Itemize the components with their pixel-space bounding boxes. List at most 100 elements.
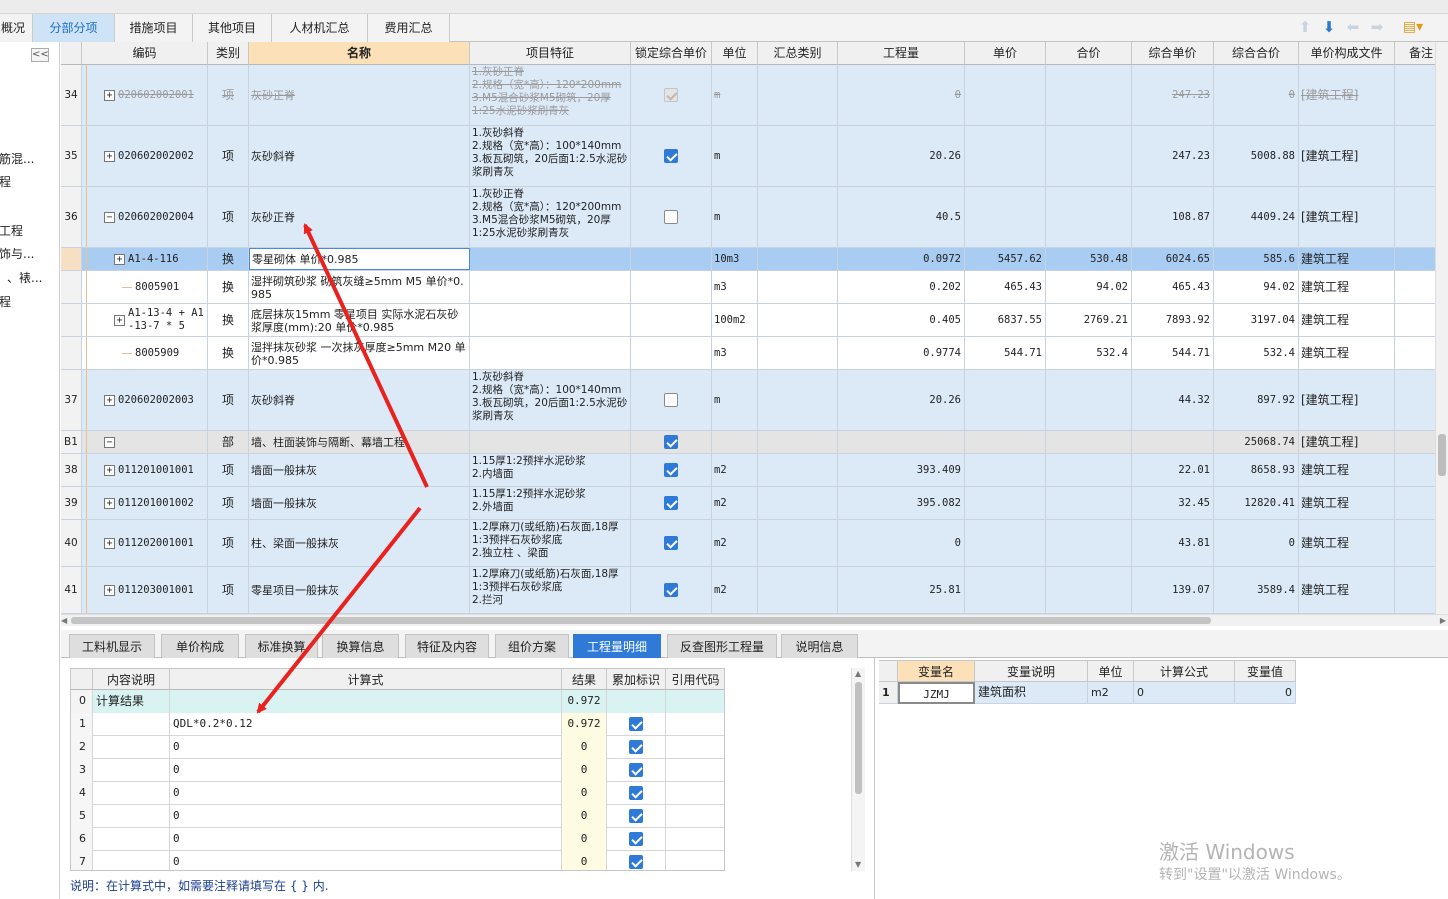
formula-cell[interactable] — [170, 690, 562, 713]
ref-header[interactable]: 引用代码 — [666, 668, 724, 690]
qty-cell[interactable]: 0.202 — [838, 271, 965, 303]
formula-cell[interactable]: 0 — [170, 736, 562, 759]
tab-other[interactable]: 其他项目 — [193, 14, 272, 42]
scroll-down-icon[interactable]: ▼ — [855, 860, 861, 870]
accumulate-cell[interactable] — [607, 851, 666, 870]
accumulate-checkbox[interactable] — [629, 832, 643, 846]
bottom-tab[interactable]: 组价方案 — [495, 634, 569, 658]
ctotal-cell[interactable]: 94.02 — [1214, 271, 1299, 303]
summary-category-cell[interactable] — [758, 520, 838, 566]
type-cell[interactable]: 项 — [208, 520, 249, 566]
unit-cell[interactable]: m — [712, 126, 758, 186]
accumulate-cell[interactable] — [607, 759, 666, 782]
table-row[interactable]: 40 +011202001001 项柱、梁面一般抹灰 1.2厚麻刀(或纸筋)石灰面,1… — [61, 520, 1448, 567]
tree-item[interactable]: 筋混... — [0, 150, 34, 167]
type-cell[interactable]: 换 — [208, 248, 249, 270]
cprice-cell[interactable]: 247.23 — [1132, 65, 1214, 125]
detail-row[interactable]: 4 00 — [71, 782, 724, 805]
result-cell[interactable]: 0 — [562, 736, 607, 759]
price-cell[interactable] — [965, 187, 1046, 247]
collapse-icon[interactable]: − — [104, 436, 115, 448]
tree-item[interactable]: 程 — [0, 293, 11, 310]
expand-icon[interactable]: + — [104, 89, 115, 101]
collapse-icon[interactable]: − — [104, 211, 115, 223]
cprice-cell[interactable]: 22.01 — [1132, 454, 1214, 486]
scroll-up-icon[interactable]: ▲ — [855, 669, 861, 679]
expand-icon[interactable]: + — [114, 314, 125, 326]
file-cell[interactable]: 建筑工程 — [1299, 248, 1395, 270]
type-cell[interactable]: 项 — [208, 65, 249, 125]
desc-cell[interactable] — [93, 759, 170, 782]
unit-cell[interactable]: 10m3 — [712, 248, 758, 270]
item-feature-cell[interactable]: 1.15厚1:2预拌水泥砂浆 2.外墙面 — [470, 487, 631, 519]
qty-cell[interactable]: 20.26 — [838, 370, 965, 430]
tree-item[interactable]: 程 — [0, 173, 11, 190]
name-header[interactable]: 名称 — [249, 42, 470, 65]
file-cell[interactable]: [建筑工程] — [1299, 370, 1395, 430]
lock-price-checkbox[interactable] — [664, 393, 678, 407]
var-value-header[interactable]: 变量值 — [1235, 660, 1296, 682]
scroll-thumb[interactable] — [855, 682, 862, 794]
accumulate-cell[interactable] — [607, 828, 666, 851]
lock-price-checkbox[interactable] — [664, 536, 678, 550]
qty-cell[interactable]: 0 — [838, 65, 965, 125]
ref-cell[interactable] — [666, 782, 724, 805]
item-name-cell[interactable]: 墙面一般抹灰 — [249, 487, 470, 519]
accum-header[interactable]: 累加标识 — [607, 668, 666, 690]
accumulate-cell[interactable] — [607, 782, 666, 805]
item-code-cell[interactable]: − — [82, 431, 208, 453]
qty-cell[interactable]: 40.5 — [838, 187, 965, 247]
file-header[interactable]: 单价构成文件 — [1299, 42, 1395, 65]
summary-category-cell[interactable] — [758, 126, 838, 186]
tree-item[interactable]: 、裱... — [7, 269, 42, 286]
ctotal-cell[interactable]: 0 — [1214, 520, 1299, 566]
bottom-tab[interactable]: 说明信息 — [781, 634, 858, 658]
arrow-up-icon[interactable]: ⬆ — [1297, 18, 1313, 36]
qty-cell[interactable]: 0 — [838, 520, 965, 566]
result-cell[interactable]: 0 — [562, 805, 607, 828]
item-name-cell[interactable]: 墙、柱面装饰与隔断、幕墙工程 — [249, 431, 470, 453]
arrow-left-icon[interactable]: ⬅ — [1345, 18, 1361, 36]
ctotal-cell[interactable]: 5008.88 — [1214, 126, 1299, 186]
ref-cell[interactable] — [666, 851, 724, 870]
item-code-cell[interactable]: +020602002003 — [82, 370, 208, 430]
price-cell[interactable]: 6837.55 — [965, 304, 1046, 336]
cprice-cell[interactable]: 108.87 — [1132, 187, 1214, 247]
item-name-cell[interactable]: 灰砂斜脊 — [249, 126, 470, 186]
price-cell[interactable] — [965, 487, 1046, 519]
result-header[interactable]: 结果 — [562, 668, 607, 690]
formula-cell[interactable]: 0 — [170, 851, 562, 870]
total-cell[interactable] — [1046, 431, 1132, 453]
total-cell[interactable] — [1046, 520, 1132, 566]
item-feature-cell[interactable]: 1.灰砂正脊 2.规格（宽*高）：120*200mm 3.M5混合砂浆M5砌筑，… — [470, 187, 631, 247]
accumulate-cell[interactable] — [607, 690, 666, 713]
result-cell[interactable]: 0 — [562, 828, 607, 851]
file-cell[interactable]: 建筑工程 — [1299, 337, 1395, 369]
unit-cell[interactable]: m — [712, 65, 758, 125]
type-cell[interactable]: 项 — [208, 126, 249, 186]
lock-price-cell[interactable] — [631, 431, 712, 453]
qty-cell[interactable]: 393.409 — [838, 454, 965, 486]
summary-category-cell[interactable] — [758, 248, 838, 270]
item-feature-cell[interactable] — [470, 248, 631, 270]
desc-cell[interactable] — [93, 805, 170, 828]
desc-cell[interactable]: 计算结果 — [93, 690, 170, 713]
item-name-cell[interactable]: 零星项目一般抹灰 — [249, 567, 470, 613]
accumulate-checkbox[interactable] — [629, 855, 643, 869]
result-cell[interactable]: 0.972 — [562, 690, 607, 713]
cprice-cell[interactable]: 44.32 — [1132, 370, 1214, 430]
scroll-right-icon[interactable]: ▶ — [1440, 616, 1446, 626]
item-feature-cell[interactable] — [470, 271, 631, 303]
lock-price-checkbox[interactable] — [664, 463, 678, 477]
ref-cell[interactable] — [666, 828, 724, 851]
ctotal-cell[interactable]: 4409.24 — [1214, 187, 1299, 247]
summary-category-cell[interactable] — [758, 370, 838, 430]
bottom-tab[interactable]: 工料机显示 — [69, 634, 155, 658]
unit-cell[interactable]: m — [712, 187, 758, 247]
price-cell[interactable] — [965, 567, 1046, 613]
cprice-cell[interactable]: 247.23 — [1132, 126, 1214, 186]
item-code-cell[interactable]: −020602002004 — [82, 187, 208, 247]
detail-row[interactable]: 6 00 — [71, 828, 724, 851]
bottom-tab[interactable]: 特征及内容 — [405, 634, 489, 658]
qty-cell[interactable]: 25.81 — [838, 567, 965, 613]
